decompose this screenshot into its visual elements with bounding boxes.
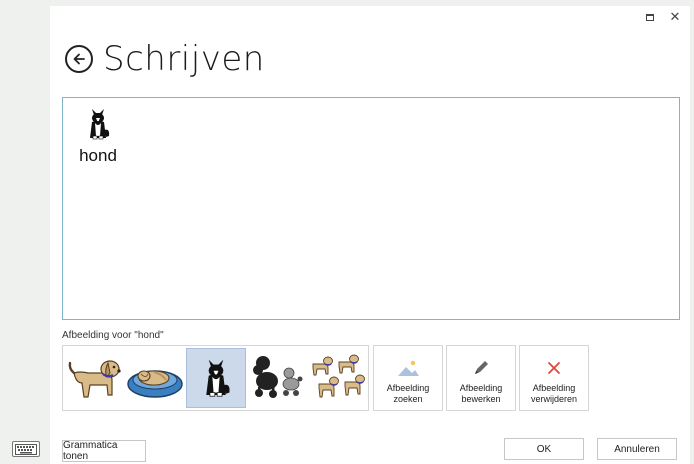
back-arrow-icon — [73, 53, 85, 65]
search-image-label-1: Afbeelding — [386, 383, 430, 393]
cancel-button[interactable]: Annuleren — [597, 438, 677, 460]
keyboard-button[interactable] — [12, 441, 40, 457]
left-rail — [0, 0, 50, 464]
close-button[interactable]: ✕ — [665, 8, 685, 26]
symbol-word-label: hond — [79, 146, 117, 165]
header: Schrijven — [65, 34, 265, 84]
keyboard-icon — [15, 443, 37, 455]
symbol-option-tan-dog[interactable] — [64, 348, 125, 408]
close-icon: ✕ — [669, 9, 681, 25]
search-image-label-2: zoeken — [393, 394, 423, 404]
image-search-icon — [398, 360, 419, 376]
symbol-text-editor[interactable]: hond — [62, 97, 680, 320]
symbol-option-border-collie[interactable] — [185, 348, 247, 408]
dog-tan-icon — [69, 360, 121, 398]
search-image-button[interactable]: Afbeelding zoeken — [373, 345, 443, 411]
dog-in-basket-icon — [127, 370, 183, 398]
show-grammar-button[interactable]: Grammatica tonen — [62, 440, 146, 462]
back-button[interactable] — [65, 45, 93, 73]
symbol-picker — [62, 345, 369, 411]
delete-image-label-2: verwijderen — [530, 394, 578, 404]
symbol-option-dog-basket[interactable] — [125, 348, 186, 408]
symbol-caption: Afbeelding voor "hond" — [62, 330, 164, 341]
symbol-word[interactable]: hond — [73, 106, 123, 166]
dogs-group-icon — [312, 354, 365, 398]
symbol-option-dogs-group[interactable] — [307, 348, 368, 408]
page-title: Schrijven — [103, 39, 265, 79]
pencil-icon — [475, 361, 488, 374]
dog-border-collie-icon — [206, 359, 230, 397]
maximize-icon — [646, 13, 654, 21]
symbol-option-poodles[interactable] — [246, 348, 307, 408]
ok-button[interactable]: OK — [504, 438, 584, 460]
edit-image-label-2: bewerken — [461, 394, 501, 404]
write-dialog: ✕ Schrijven hond Afbeelding voor "hond" — [50, 6, 690, 464]
edit-image-label-1: Afbeelding — [459, 383, 503, 393]
delete-image-label-1: Afbeelding — [532, 383, 576, 393]
delete-image-button[interactable]: Afbeelding verwijderen — [519, 345, 589, 411]
dog-poodles-icon — [252, 356, 303, 398]
dog-border-collie-icon — [90, 109, 110, 140]
maximize-button[interactable] — [640, 8, 660, 26]
delete-x-icon — [548, 362, 560, 374]
edit-image-button[interactable]: Afbeelding bewerken — [446, 345, 516, 411]
